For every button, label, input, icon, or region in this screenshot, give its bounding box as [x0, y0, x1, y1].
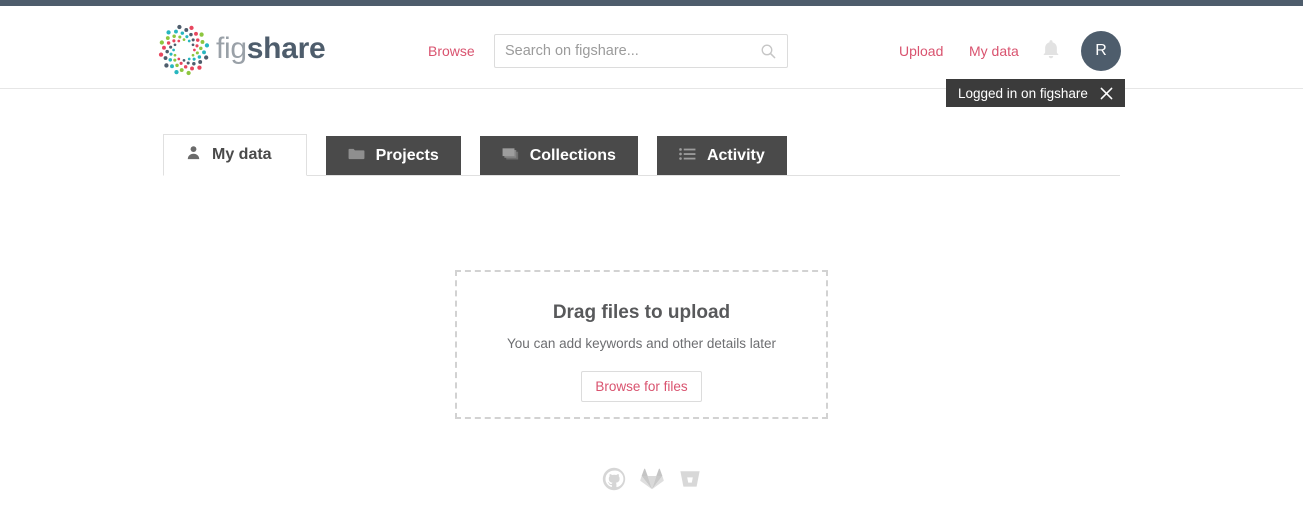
upload-dropzone[interactable]: Drag files to upload You can add keyword…: [455, 270, 828, 419]
figshare-logo[interactable]: figshare: [158, 24, 326, 76]
search-icon[interactable]: [760, 43, 777, 60]
tab-activity[interactable]: Activity: [656, 136, 787, 176]
footer-integration-icons: [0, 466, 1303, 492]
tab-collections[interactable]: Collections: [479, 136, 638, 176]
browse-for-files-button[interactable]: Browse for files: [581, 371, 702, 402]
search-input[interactable]: [495, 35, 747, 67]
notification-bell-icon[interactable]: [1040, 38, 1062, 62]
layers-icon: [502, 147, 519, 166]
gitlab-icon[interactable]: [639, 466, 665, 492]
search-bar[interactable]: [494, 34, 788, 68]
logo-wordmark: figshare: [216, 31, 326, 67]
main-tabs: My data Projects Collections Activity: [163, 134, 787, 176]
avatar-initial: R: [1095, 42, 1107, 59]
tab-my-data[interactable]: My data: [163, 134, 307, 176]
tab-my-data-label: My data: [212, 146, 272, 163]
tab-collections-label: Collections: [529, 147, 616, 164]
github-icon[interactable]: [601, 466, 627, 492]
dropzone-subtitle: You can add keywords and other details l…: [507, 336, 776, 351]
upload-link[interactable]: Upload: [899, 43, 943, 59]
user-avatar[interactable]: R: [1081, 31, 1121, 71]
figshare-pinwheel-logo: [158, 24, 210, 76]
logged-in-tooltip: Logged in on figshare: [946, 79, 1125, 107]
bitbucket-icon[interactable]: [677, 466, 703, 492]
user-icon: [186, 145, 201, 165]
folder-icon: [348, 147, 365, 166]
dropzone-title: Drag files to upload: [552, 302, 731, 323]
logo-text-share: share: [246, 31, 326, 65]
tab-projects[interactable]: Projects: [325, 136, 461, 176]
close-icon[interactable]: [1100, 87, 1113, 100]
tooltip-message: Logged in on figshare: [958, 85, 1088, 101]
browse-link[interactable]: Browse: [428, 43, 475, 59]
tab-activity-label: Activity: [706, 147, 765, 164]
my-data-link[interactable]: My data: [969, 43, 1019, 59]
site-header: figshare Browse Upload My data R: [0, 6, 1303, 107]
logo-text-fig: fig: [216, 31, 247, 65]
list-icon: [679, 147, 696, 166]
tab-projects-label: Projects: [375, 147, 439, 164]
